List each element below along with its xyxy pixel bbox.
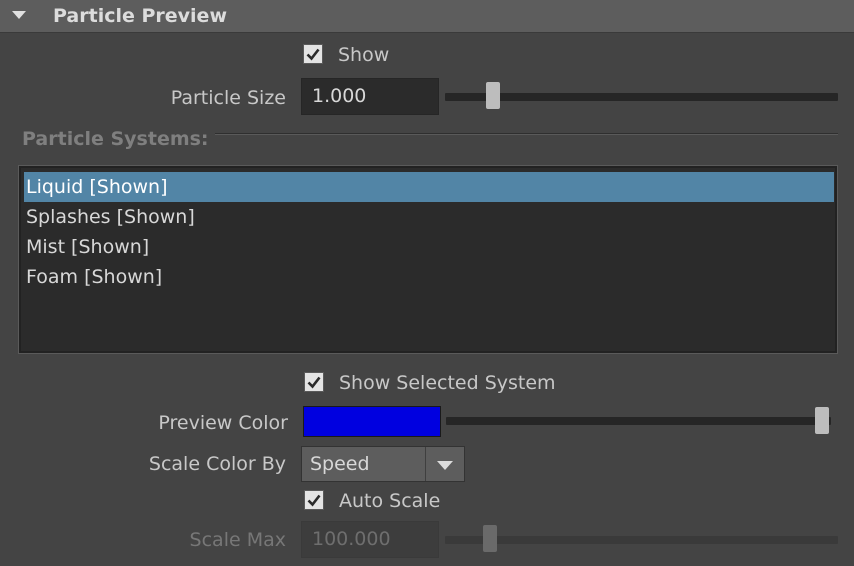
list-item-foam[interactable]: Foam [Shown]	[24, 262, 834, 292]
preview-color-swatch[interactable]	[303, 406, 441, 437]
checkmark-icon	[306, 48, 320, 61]
checkmark-icon	[307, 494, 321, 507]
checkmark-icon	[307, 376, 321, 389]
show-checkbox[interactable]	[303, 44, 323, 64]
show-label: Show	[338, 44, 390, 66]
preview-color-label: Preview Color	[158, 412, 288, 434]
scale-color-by-value: Speed	[310, 453, 370, 475]
dropdown-divider	[425, 447, 426, 481]
scale-color-by-label: Scale Color By	[148, 453, 286, 475]
show-selected-system-label: Show Selected System	[339, 372, 556, 394]
list-item-mist[interactable]: Mist [Shown]	[24, 232, 834, 262]
preview-color-slider-track[interactable]	[446, 417, 831, 425]
scale-max-slider-handle[interactable]	[483, 525, 497, 552]
list-item-liquid[interactable]: Liquid [Shown]	[24, 172, 834, 202]
chevron-down-icon	[437, 461, 453, 470]
scale-max-input[interactable]: 100.000	[301, 521, 439, 558]
preview-color-slider-handle[interactable]	[815, 407, 829, 434]
scale-max-slider-track[interactable]	[445, 536, 838, 544]
show-selected-system-checkbox[interactable]	[304, 372, 324, 392]
particle-systems-label: Particle Systems:	[22, 128, 209, 150]
auto-scale-checkbox[interactable]	[304, 490, 324, 510]
auto-scale-label: Auto Scale	[339, 490, 441, 512]
particle-systems-list[interactable]: Liquid [Shown] Splashes [Shown] Mist [Sh…	[18, 165, 838, 354]
collapse-triangle-icon[interactable]	[12, 11, 26, 19]
scale-max-label: Scale Max	[189, 529, 286, 551]
list-item-splashes[interactable]: Splashes [Shown]	[24, 202, 834, 232]
particle-size-label: Particle Size	[170, 87, 286, 109]
particle-size-slider-track[interactable]	[445, 93, 838, 101]
section-header-particle-preview[interactable]: Particle Preview	[0, 0, 854, 33]
section-divider	[215, 133, 838, 135]
scale-color-by-dropdown[interactable]: Speed	[301, 446, 465, 482]
particle-size-input[interactable]: 1.000	[301, 78, 439, 115]
particle-size-slider-handle[interactable]	[486, 82, 500, 109]
section-title: Particle Preview	[53, 5, 227, 27]
